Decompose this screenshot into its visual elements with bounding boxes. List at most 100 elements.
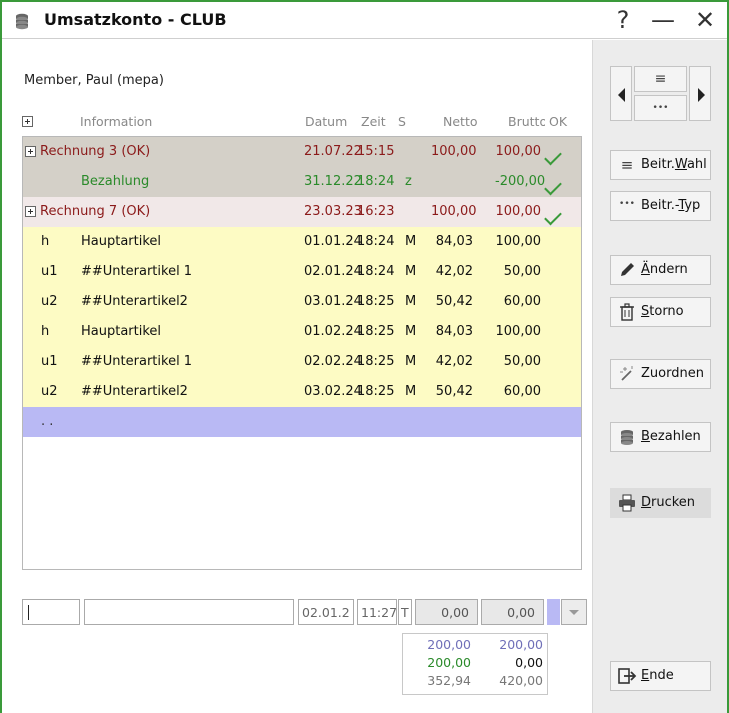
dots-icon: ••• <box>619 199 635 209</box>
payment-row[interactable]: Bezahlung 31.12.22 18:24 z -200,00 <box>23 167 581 197</box>
row-gross: 100,00 <box>495 144 542 159</box>
row-net: 42,02 <box>435 264 473 279</box>
coins-icon <box>16 13 28 30</box>
menu-icon: ≡ <box>654 71 667 87</box>
row-status: M <box>405 354 417 369</box>
row-code: u1 <box>41 354 58 369</box>
zuordnen-button[interactable]: Zuordnen <box>610 359 711 389</box>
item-row[interactable]: h Hauptartikel 01.01.24 18:24 M 84,03 100,00 <box>23 227 581 257</box>
row-code: u1 <box>41 264 58 279</box>
account-window: Umsatzkonto - CLUB ? — ✕ Member, Paul (m… <box>0 0 729 713</box>
row-information: Hauptartikel <box>81 324 162 339</box>
next-button[interactable] <box>689 66 711 121</box>
invoice-row[interactable]: Rechnung 7 (OK) 23.03.23 16:23 100,00 100,00 <box>23 197 581 227</box>
row-date: 02.01.24 <box>304 264 362 279</box>
code-input[interactable] <box>22 599 80 625</box>
expand-icon[interactable] <box>25 206 36 217</box>
close-button[interactable]: ✕ <box>690 5 720 35</box>
item-row[interactable]: u2 ##Unterartikel2 03.01.24 18:25 M 50,42 60,0… <box>23 287 581 317</box>
item-row[interactable]: u2 ##Unterartikel2 03.02.24 18:25 M 50,42 60,0… <box>23 377 581 407</box>
row-time: 16:23 <box>357 204 395 219</box>
item-row[interactable]: u1 ##Unterartikel 1 02.02.24 18:25 M 42,02 50,… <box>23 347 581 377</box>
row-date: 31.12.22 <box>304 174 362 189</box>
record-navigator: ≡ ••• <box>610 66 711 121</box>
previous-button[interactable] <box>610 66 632 121</box>
chevron-down-icon <box>569 610 579 615</box>
row-status: z <box>405 174 412 189</box>
row-gross: 50,00 <box>503 264 541 279</box>
dots-icon: ••• <box>652 103 669 113</box>
row-time: 18:24 <box>357 234 395 249</box>
col-brutto[interactable]: Brutto <box>508 114 545 129</box>
row-information: Rechnung 3 (OK) <box>40 144 151 159</box>
row-gross: -200,00 <box>495 174 546 189</box>
aendern-button[interactable]: Ändern <box>610 255 711 285</box>
row-information: ##Unterartikel 1 <box>81 354 193 369</box>
col-zeit[interactable]: Zeit <box>361 114 386 129</box>
row-information: Hauptartikel <box>81 234 162 249</box>
text-caret <box>28 605 29 620</box>
beitr-typ-button[interactable]: ••• Beitr.-Typ <box>610 191 711 221</box>
row-time: 18:25 <box>357 354 395 369</box>
drucken-button[interactable]: Drucken <box>610 488 711 518</box>
bezahlen-button[interactable]: Bezahlen <box>610 422 711 452</box>
transaction-grid[interactable]: Rechnung 3 (OK) 21.07.22 15:15 100,00 100,00… <box>22 136 582 570</box>
row-date: 03.02.24 <box>304 384 362 399</box>
more-button[interactable]: ••• <box>634 95 687 121</box>
arrow-left-icon <box>618 88 625 102</box>
row-time: 18:25 <box>357 324 395 339</box>
row-net: 50,42 <box>435 384 473 399</box>
row-status: M <box>405 264 417 279</box>
main-panel: Member, Paul (mepa) Information Datum Ze… <box>2 40 592 713</box>
row-date: 01.02.24 <box>304 324 362 339</box>
storno-button[interactable]: Storno <box>610 297 711 327</box>
list-icon: ≡ <box>620 156 634 174</box>
col-s[interactable]: S <box>398 114 406 129</box>
col-information[interactable]: Information <box>80 114 152 129</box>
col-ok[interactable]: OK <box>549 114 567 129</box>
ok-color-swatch <box>547 599 560 625</box>
date-input[interactable]: 02.01.2 <box>298 599 354 625</box>
total-gross-3: 420,00 <box>499 673 543 688</box>
title-bar: Umsatzkonto - CLUB ? — ✕ <box>2 2 727 39</box>
row-date: 03.01.24 <box>304 294 362 309</box>
row-code: h <box>41 234 50 249</box>
time-input[interactable]: 11:27 <box>357 599 397 625</box>
row-information: ##Unterartikel 1 <box>81 264 193 279</box>
new-entry-row[interactable]: . . <box>23 407 581 437</box>
col-netto[interactable]: Netto <box>443 114 478 129</box>
row-gross: 100,00 <box>495 324 542 339</box>
item-row[interactable]: u1 ##Unterartikel 1 02.01.24 18:24 M 42,02 50,… <box>23 257 581 287</box>
information-input[interactable] <box>84 599 294 625</box>
beitr-wahl-button[interactable]: ≡ Beitr.Wahl <box>610 150 711 180</box>
row-net: 42,02 <box>435 354 473 369</box>
menu-button[interactable]: ≡ <box>634 66 687 92</box>
invoice-row[interactable]: Rechnung 3 (OK) 21.07.22 15:15 100,00 100,00 <box>23 137 581 167</box>
s-input[interactable]: T <box>398 599 412 625</box>
net-input[interactable]: 0,00 <box>415 599 478 625</box>
row-gross: 50,00 <box>503 354 541 369</box>
col-datum[interactable]: Datum <box>305 114 347 129</box>
total-gross-2: 0,00 <box>515 655 543 670</box>
minimize-button[interactable]: — <box>648 5 678 35</box>
item-row[interactable]: h Hauptartikel 01.02.24 18:25 M 84,03 100,00 <box>23 317 581 347</box>
pencil-icon <box>621 263 634 276</box>
total-net-2: 200,00 <box>427 655 471 670</box>
expand-icon[interactable] <box>25 146 36 157</box>
total-net-1: 200,00 <box>427 637 471 652</box>
row-status: M <box>405 384 417 399</box>
expand-toggle[interactable] <box>25 204 37 219</box>
ende-button[interactable]: Ende <box>610 661 711 691</box>
row-net: 100,00 <box>431 204 477 219</box>
row-gross: 100,00 <box>495 234 542 249</box>
gross-input[interactable]: 0,00 <box>481 599 544 625</box>
coins-icon <box>621 430 633 445</box>
total-net-3: 352,94 <box>427 673 471 688</box>
help-button[interactable]: ? <box>608 5 638 35</box>
row-information: Bezahlung <box>81 174 150 189</box>
row-code: u2 <box>41 384 58 399</box>
expand-toggle[interactable] <box>25 144 37 159</box>
totals-box: 200,00 200,00 200,00 0,00 352,94 420,00 <box>402 633 548 695</box>
dropdown-button[interactable] <box>561 599 587 625</box>
row-time: 18:25 <box>357 294 395 309</box>
